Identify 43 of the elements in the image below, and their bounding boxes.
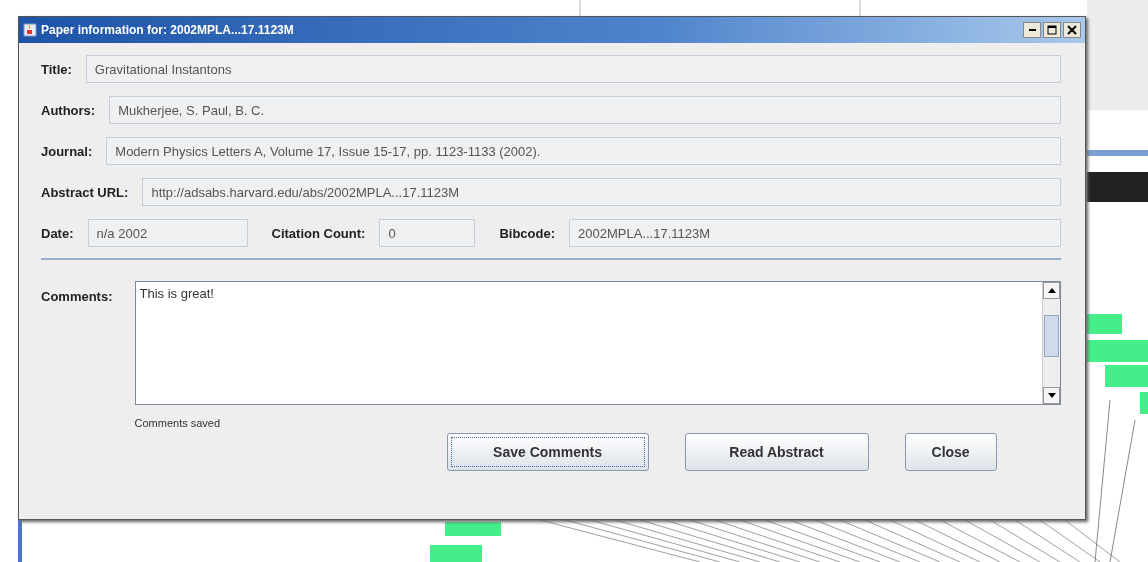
down-arrow-icon: [1047, 393, 1056, 398]
scroll-up-button[interactable]: [1043, 282, 1060, 299]
field-label: Authors:: [41, 102, 96, 118]
graph-node[interactable]: [1087, 340, 1148, 362]
comments-text-area[interactable]: This is great!: [134, 281, 1061, 405]
field-label: Bibcode:: [499, 225, 555, 241]
text-field[interactable]: Modern Physics Letters A, Volume 17, Issue 15-17, pp. 1123-1133 (2002).: [106, 137, 1061, 165]
text-field[interactable]: Mukherjee, S. Paul, B. C.: [109, 96, 1061, 124]
scroll-thumb[interactable]: [1044, 315, 1059, 357]
text-field[interactable]: 0: [379, 219, 476, 247]
scroll-down-button[interactable]: [1043, 387, 1060, 404]
graph-edge: [1014, 519, 1081, 562]
close-icon: [1067, 25, 1077, 35]
text-field[interactable]: http://adsabs.harvard.edu/abs/2002MPLA...17.1123M: [142, 178, 1061, 206]
text-field[interactable]: Gravitational Instantons: [85, 55, 1061, 83]
field-label: Journal:: [41, 143, 93, 159]
field-label: Comments:: [41, 288, 113, 306]
text-field[interactable]: 2002MPLA...17.1123M: [569, 219, 1061, 247]
dialog-button[interactable]: Read Abstract: [684, 433, 869, 471]
window-title: Paper information for: 2002MPLA...17.1123M: [41, 23, 295, 37]
scrollbar[interactable]: [1042, 282, 1060, 404]
text-field[interactable]: n/a 2002: [87, 219, 248, 247]
background-toolbar: [1087, 172, 1148, 202]
graph-node[interactable]: [1087, 314, 1122, 334]
graph-node[interactable]: [1105, 365, 1148, 387]
dialog-button[interactable]: Close: [904, 433, 997, 471]
graph-node[interactable]: [445, 522, 501, 536]
close-button[interactable]: [1063, 22, 1081, 38]
field-label: Citation Count:: [271, 225, 366, 241]
field-label: Abstract URL:: [41, 184, 129, 200]
graph-node[interactable]: [430, 545, 482, 562]
field-label: Date:: [41, 225, 74, 241]
up-arrow-icon: [1047, 288, 1056, 293]
background-side-bar: [18, 520, 22, 562]
minimize-button[interactable]: [1023, 22, 1041, 38]
dialog-button[interactable]: Save Comments: [446, 433, 649, 471]
minimize-icon: [1028, 29, 1036, 31]
maximize-button[interactable]: [1043, 22, 1061, 38]
graph-edge: [989, 519, 1061, 562]
graph-node[interactable]: [1140, 392, 1148, 414]
status-text: Comments saved: [134, 416, 222, 429]
field-label: Title:: [41, 61, 72, 77]
maximize-icon: [1047, 25, 1057, 35]
